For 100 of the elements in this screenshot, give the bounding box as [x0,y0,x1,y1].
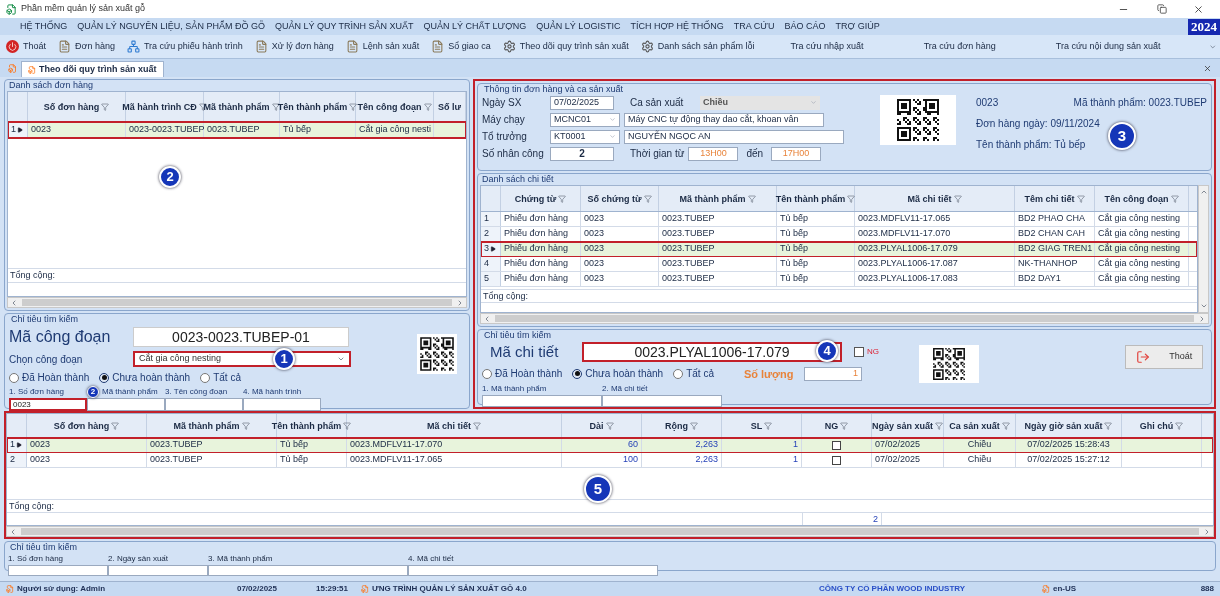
menu-item[interactable]: BÁO CÁO [784,19,826,34]
radio-button[interactable] [200,372,211,383]
group-title: Danh sách đơn hàng [8,80,94,91]
table-row[interactable]: 1 Phiếu đơn hàng 0023 0023.TUBEP Tủ bếp 0023.MDFLV11-17.065 BD2 PHAO CHA Cắt gia công nesting [481,212,1197,227]
radio-button[interactable] [673,368,684,379]
scroll-right-icon[interactable] [1198,314,1206,323]
row-number: 4 [484,257,489,271]
column-header: Mã hành trình CĐ [122,101,197,112]
radio-label: Tất cả [686,367,714,382]
scroll-right-icon[interactable] [1203,527,1211,536]
horizontal-scrollbar[interactable] [480,313,1209,324]
table-cell: 0023 [584,272,605,286]
column-header: SL [750,420,763,431]
scroll-left-icon[interactable] [10,298,18,307]
table-cell: BD2 GIAG TREN1 [1018,242,1093,256]
toolbar-button[interactable]: Xử lý đơn hàng [254,39,334,54]
radio-button[interactable] [9,372,19,383]
menu-item[interactable]: TÍCH HỢP HỆ THỐNG [630,19,724,34]
filter-field[interactable] [602,395,722,407]
toolbar-button[interactable]: Thoát [6,39,46,54]
toolbar-button[interactable]: Đơn hàng [58,39,115,54]
restore-icon[interactable] [1157,4,1167,14]
radio-button[interactable] [572,368,583,379]
filter-field[interactable] [408,565,658,576]
menu-item[interactable]: QUẢN LÝ LOGISTIC [536,19,621,34]
horizontal-scrollbar[interactable] [7,297,467,308]
menu-item[interactable]: QUẢN LÝ QUY TRÌNH SẢN XUẤT [274,19,414,34]
filter-label: 3. Tên công đoạn [165,386,228,398]
tab[interactable]: Theo dõi quy trình sản xuất [21,61,164,77]
table-cell: Tủ bếp [280,438,309,452]
column-header: Tên thành phẩm [775,193,846,204]
vertical-scrollbar[interactable] [1198,185,1209,313]
table-cell: BD2 CHAN CAH [1018,227,1085,241]
close-tab-icon[interactable] [1203,64,1212,73]
filter-field[interactable] [108,565,208,576]
filter-field[interactable]: 0023 [9,398,87,411]
order-number: 0023 [976,96,999,110]
table-cell: Phiếu đơn hàng [504,227,568,241]
total-label: Tổng cộng: [7,499,1213,512]
toolbar-button[interactable]: Sổ giao ca [431,39,491,54]
filter-field[interactable] [243,398,321,411]
menu-item[interactable]: QUẢN LÝ CHẤT LƯỢNG [423,19,527,34]
code-dropdown[interactable]: MCNC01 [550,112,620,127]
radio-button[interactable] [99,372,110,383]
toolbar-button[interactable]: Tra cứu phiếu hành trình [126,39,243,54]
exit-button[interactable]: Thoát [1125,345,1203,369]
table-row[interactable]: 1 0023 0023-0023.TUBEP 0023.TUBEP Tủ bếp Cắt gia công nesti [8,122,466,138]
horizontal-scrollbar[interactable] [6,526,1214,537]
date-field[interactable]: 07/02/2025 [550,95,614,110]
filter-field[interactable] [208,565,408,576]
scroll-right-icon[interactable] [456,298,464,307]
workers-field[interactable]: 2 [550,146,614,161]
app-icon [6,3,17,15]
filter-field[interactable] [8,565,108,576]
column-header: Mã chi tiết [427,420,471,431]
qr-code-icon [880,95,956,145]
table-row[interactable]: 2 0023 0023.TUBEP Tủ bếp 0023.MDFLV11-17.065 100 2,263 1 07/02/2025 Chiều 07/02/2025 15:27:12 [7,453,1213,468]
toolbar-scroll-icon[interactable] [1208,42,1216,51]
table-row[interactable]: 1 0023 0023.TUBEP Tủ bếp 0023.MDFLV11-17.070 60 2,263 1 07/02/2025 Chiều 07/02/2025 15:28:43 [7,438,1213,453]
name-field[interactable]: NGUYỄN NGỌC AN [624,129,844,144]
close-icon[interactable] [1193,3,1204,15]
toolbar-button[interactable]: Tra cứu đơn hàng [899,39,1020,54]
caret-icon[interactable] [609,133,616,140]
checkbox[interactable] [832,455,841,465]
code-dropdown[interactable]: KT0001 [550,129,620,144]
checkbox[interactable] [832,440,841,450]
menu-item[interactable]: QUẢN LÝ NGUYÊN LIỆU, SẢN PHẨM ĐỒ GỖ [77,19,265,34]
scroll-up-icon[interactable] [1199,188,1208,196]
table-row[interactable]: 4 Phiếu đơn hàng 0023 0023.TUBEP Tủ bếp 0023.PLYAL1006-17.087 NK-THANHOP Cắt gia công nesting [481,257,1197,272]
toolbar-button[interactable]: Tra cứu nội dung sản xuất [1031,39,1185,54]
caret-icon[interactable] [609,116,616,123]
scroll-down-icon[interactable] [1199,302,1208,310]
menu-item[interactable]: TRA CỨU [733,19,775,34]
toolbar-button[interactable]: Theo dõi quy trình sản xuất [502,39,629,54]
radio-button[interactable] [482,368,492,379]
document-icon [58,40,71,53]
table-cell: 0023.MDFLV11-17.070 [858,227,951,241]
toolbar-button[interactable]: Lệnh sản xuất [345,39,420,54]
table-cell: 100 [622,453,638,467]
field-label: đến [746,147,764,161]
row-number: 2 [10,453,15,467]
table-cell: 07/02/2025 [875,453,921,467]
filter-field[interactable] [482,395,602,407]
filter-label: Mã thành phẩm [102,386,158,398]
stage-code-field[interactable]: 0023-0023.TUBEP-01 [133,327,349,347]
toolbar-button[interactable]: Danh sách sản phẩm lỗi [640,39,755,54]
caret-icon[interactable] [337,355,345,363]
field-label: Thời gian từ [630,147,685,161]
toolbar-button[interactable]: Tra cứu nhập xuất [766,39,888,54]
filter-field[interactable] [165,398,243,411]
menu-item[interactable]: HỆ THỐNG [20,19,68,34]
table-row[interactable]: 5 Phiếu đơn hàng 0023 0023.TUBEP Tủ bếp 0023.PLYAL1006-17.083 BD2 DAY1 Cắt gia công nesting [481,272,1197,287]
scroll-left-icon[interactable] [483,314,491,323]
filter-field[interactable] [87,398,165,411]
name-field[interactable]: Máy CNC tự động thay dao cắt, khoan vân [624,112,824,127]
table-row[interactable]: 3 Phiếu đơn hàng 0023 0023.TUBEP Tủ bếp 0023.PLYAL1006-17.079 BD2 GIAG TREN1 Cắt gia công nesting [481,242,1197,257]
exit-icon [1135,350,1150,364]
menu-item[interactable]: TRỢ GIÚP [835,19,880,34]
checkbox[interactable] [854,347,864,358]
scroll-left-icon[interactable] [9,527,17,536]
